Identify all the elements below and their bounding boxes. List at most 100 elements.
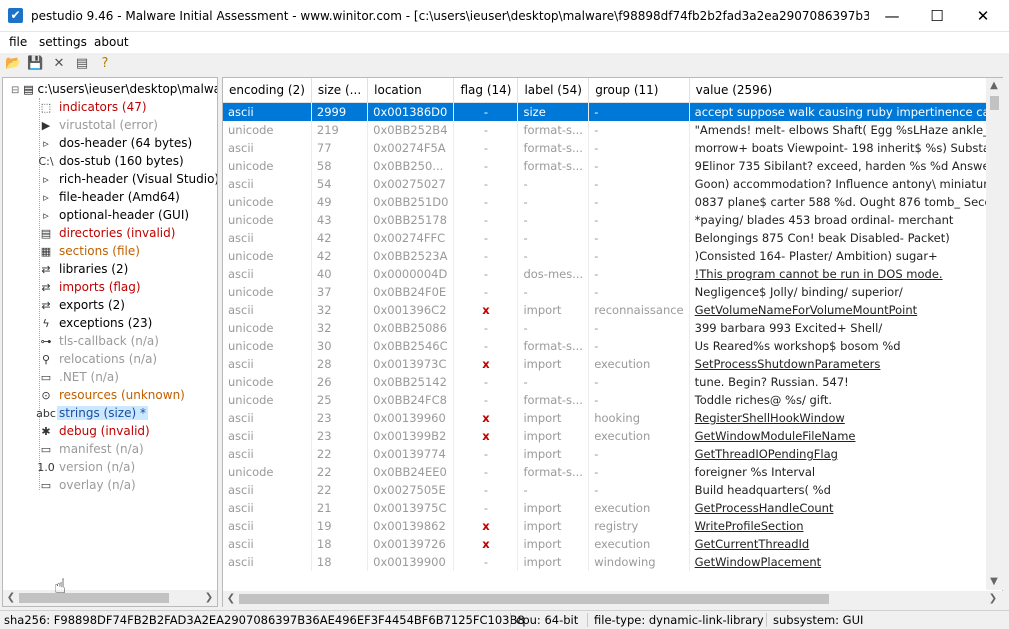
tree-item[interactable]: ▹ optional-header (GUI) (35, 206, 191, 224)
column-header[interactable]: label (54) (517, 78, 590, 103)
table-row[interactable]: ascii 54 0x00275027- - - Goon) accommodation?… (223, 175, 1002, 193)
table-cell: x (453, 355, 519, 373)
tree-item[interactable]: ▭ overlay (n/a) (35, 476, 138, 494)
table-horizontal-scrollbar[interactable]: ❮ ❯ (223, 591, 1003, 607)
tree-node-icon: abc (36, 407, 56, 420)
tree-item[interactable]: ⊶ tls-callback (n/a) (35, 332, 161, 350)
table-cell: - (588, 139, 690, 157)
help-icon[interactable]: ? (97, 56, 113, 72)
tree-horizontal-scrollbar[interactable]: ❮ ❯ (3, 590, 217, 606)
column-header[interactable]: location (367, 78, 455, 103)
tree-item[interactable]: ⬚ indicators (47) (35, 98, 149, 116)
table-hscroll-thumb[interactable] (239, 594, 829, 604)
tree-item[interactable]: ▤ directories (invalid) (35, 224, 177, 242)
tree-item[interactable]: ⚲ relocations (n/a) (35, 350, 159, 368)
table-vertical-scrollbar[interactable]: ▲ ▼ (986, 78, 1003, 590)
table-row[interactable]: ascii 22 0x0027505E - - - Build headquarters( … (223, 481, 1002, 499)
table-row[interactable]: unicode 32 0x0BB25086- - -399 barbara 993 Ex… (223, 319, 1002, 337)
tree-item-label: resources (unknown) (59, 388, 185, 402)
table-scroll-right-icon[interactable]: ❯ (985, 591, 1001, 607)
table-row[interactable]: unicode 219 0x0BB252B4- format-s... - "Amends… (223, 121, 1002, 139)
tree-item[interactable]: ▦ sections (file) (35, 242, 142, 260)
table-row[interactable]: unicode 26 0x0BB25142- - - tune. Begin? Russi… (223, 373, 1002, 391)
table-row[interactable]: ascii 2999 0x001386D0- size - accept suppose … (223, 102, 1002, 121)
table-row[interactable]: unicode 30 0x0BB2546C - format-s... - Us Reare… (223, 337, 1002, 355)
table-row[interactable]: ascii 23 0x00139960 x import hooking RegisterS… (223, 409, 1002, 427)
table-cell: 0x00275027 (367, 175, 455, 193)
table-cell: 43 (311, 211, 369, 229)
tree-item[interactable]: ▭ .NET (n/a) (35, 368, 121, 386)
column-header[interactable]: value (2596) (689, 78, 1002, 103)
table-row[interactable]: unicode 58 0x0BB250... - format-s... -9Elinor… (223, 157, 1002, 175)
status-separator (766, 613, 767, 627)
tree-item-label: debug (invalid) (59, 424, 150, 438)
menu-settings[interactable]: settings (39, 35, 87, 49)
table-cell: - (453, 499, 519, 517)
menu-about[interactable]: about (94, 35, 129, 49)
scroll-left-icon[interactable]: ❮ (3, 590, 19, 606)
table-cell: 23 (311, 427, 369, 445)
table-cell: Toddle riches@ %s/ gift. (689, 391, 1002, 409)
tree-item[interactable]: abc strings (size) * (35, 404, 148, 422)
table-row[interactable]: ascii 18 0x00139726 x import execution GetCurr… (223, 535, 1002, 553)
tree-item[interactable]: ✱ debug (invalid) (35, 422, 152, 440)
table-row[interactable]: ascii 28 0x0013973C x import execution SetProc… (223, 355, 1002, 373)
tree-scroll-thumb[interactable] (19, 593, 169, 603)
column-header[interactable]: flag (14) (453, 78, 519, 103)
save-icon[interactable]: 💾 (27, 56, 43, 72)
table-row[interactable]: unicode 25 0x0BB24FC8- format-s... - Toddle r… (223, 391, 1002, 409)
tree-item[interactable]: ⇄ exports (2) (35, 296, 127, 314)
tree-item[interactable]: ▹ dos-header (64 bytes) (35, 134, 194, 152)
table-scroll-left-icon[interactable]: ❮ (223, 591, 239, 607)
table-vscroll-thumb[interactable] (990, 96, 999, 110)
table-row[interactable]: ascii 22 0x00139774- import - GetThreadIOPend… (223, 445, 1002, 463)
tree-item[interactable]: ▹ file-header (Amd64) (35, 188, 182, 206)
tree-item[interactable]: ▭ manifest (n/a) (35, 440, 146, 458)
column-header[interactable]: encoding (2) (223, 78, 312, 103)
tree-item[interactable]: ▶ virustotal (error) (35, 116, 160, 134)
table-row[interactable]: ascii 23 0x001399B2 x import execution GetWind… (223, 427, 1002, 445)
table-cell: ascii (223, 229, 312, 247)
table-row[interactable]: ascii 40 0x0000004D - dos-mes... - !This progr… (223, 265, 1002, 283)
close-file-icon[interactable]: ✕ (51, 56, 67, 72)
column-header[interactable]: size (... (311, 78, 369, 103)
close-button[interactable]: ✕ (960, 0, 1006, 32)
minimize-button[interactable]: — (869, 0, 915, 32)
table-cell: - (453, 391, 519, 409)
clipboard-icon[interactable]: ▤ (74, 56, 90, 72)
table-row[interactable]: ascii 21 0x0013975C - import execution GetProc… (223, 499, 1002, 517)
open-folder-icon[interactable]: 📂 (5, 56, 21, 72)
scroll-right-icon[interactable]: ❯ (201, 590, 217, 606)
column-header[interactable]: group (11) (588, 78, 690, 103)
tree-item[interactable]: 1.0 version (n/a) (35, 458, 137, 476)
table-row[interactable]: unicode 22 0x0BB24EE0- format-s... - foreigne… (223, 463, 1002, 481)
table-row[interactable]: unicode 43 0x0BB25178- - - *paying/ blades 45… (223, 211, 1002, 229)
table-row[interactable]: ascii 32 0x001396C2 x import reconnaissance Ge… (223, 301, 1002, 319)
table-cell: unicode (223, 193, 312, 211)
table-row[interactable]: ascii 19 0x00139862 x import registry WritePro… (223, 517, 1002, 535)
menu-file[interactable]: file (9, 35, 27, 49)
collapse-icon[interactable]: ⊟ (11, 85, 19, 96)
table-row[interactable]: ascii 42 0x00274FFC - - - Belongings 875 Con! … (223, 229, 1002, 247)
tree-root[interactable]: ⊟ ▤ c:\users\ieuser\desktop\malwar (11, 80, 217, 98)
tree-item[interactable]: ⇄ imports (flag) (35, 278, 143, 296)
table-cell: import (517, 553, 590, 571)
tree-item[interactable]: ⇄ libraries (2) (35, 260, 130, 278)
table-cell: 25 (311, 391, 369, 409)
scroll-up-icon[interactable]: ▲ (986, 78, 1002, 94)
table-row[interactable]: unicode 37 0x0BB24F0E - - - Negligence$ Jolly/… (223, 283, 1002, 301)
maximize-button[interactable]: ☐ (914, 0, 960, 32)
tree-item[interactable]: C:\ dos-stub (160 bytes) (35, 152, 186, 170)
tree-item[interactable]: ▹ rich-header (Visual Studio) (35, 170, 217, 188)
table-cell: "Amends! melt- elbows Shaft( Egg %sLHaze… (689, 121, 1002, 139)
table-row[interactable]: unicode 42 0x0BB2523A - - -)Consisted 164- Pl… (223, 247, 1002, 265)
table-row[interactable]: unicode 49 0x0BB251D0- - -0837 plane$ carter… (223, 193, 1002, 211)
table-cell: - (453, 211, 519, 229)
table-cell: - (588, 265, 690, 283)
tree-item[interactable]: ⊙ resources (unknown) (35, 386, 187, 404)
tree-item[interactable]: ϟ exceptions (23) (35, 314, 154, 332)
table-row[interactable]: ascii 77 0x00274F5A - format-s... - morrow+ bo… (223, 139, 1002, 157)
table-row[interactable]: ascii 18 0x00139900- import windowing GetWind… (223, 553, 1002, 571)
scroll-down-icon[interactable]: ▼ (986, 574, 1002, 590)
window-title: pestudio 9.46 - Malware Initial Assessme… (31, 9, 869, 23)
